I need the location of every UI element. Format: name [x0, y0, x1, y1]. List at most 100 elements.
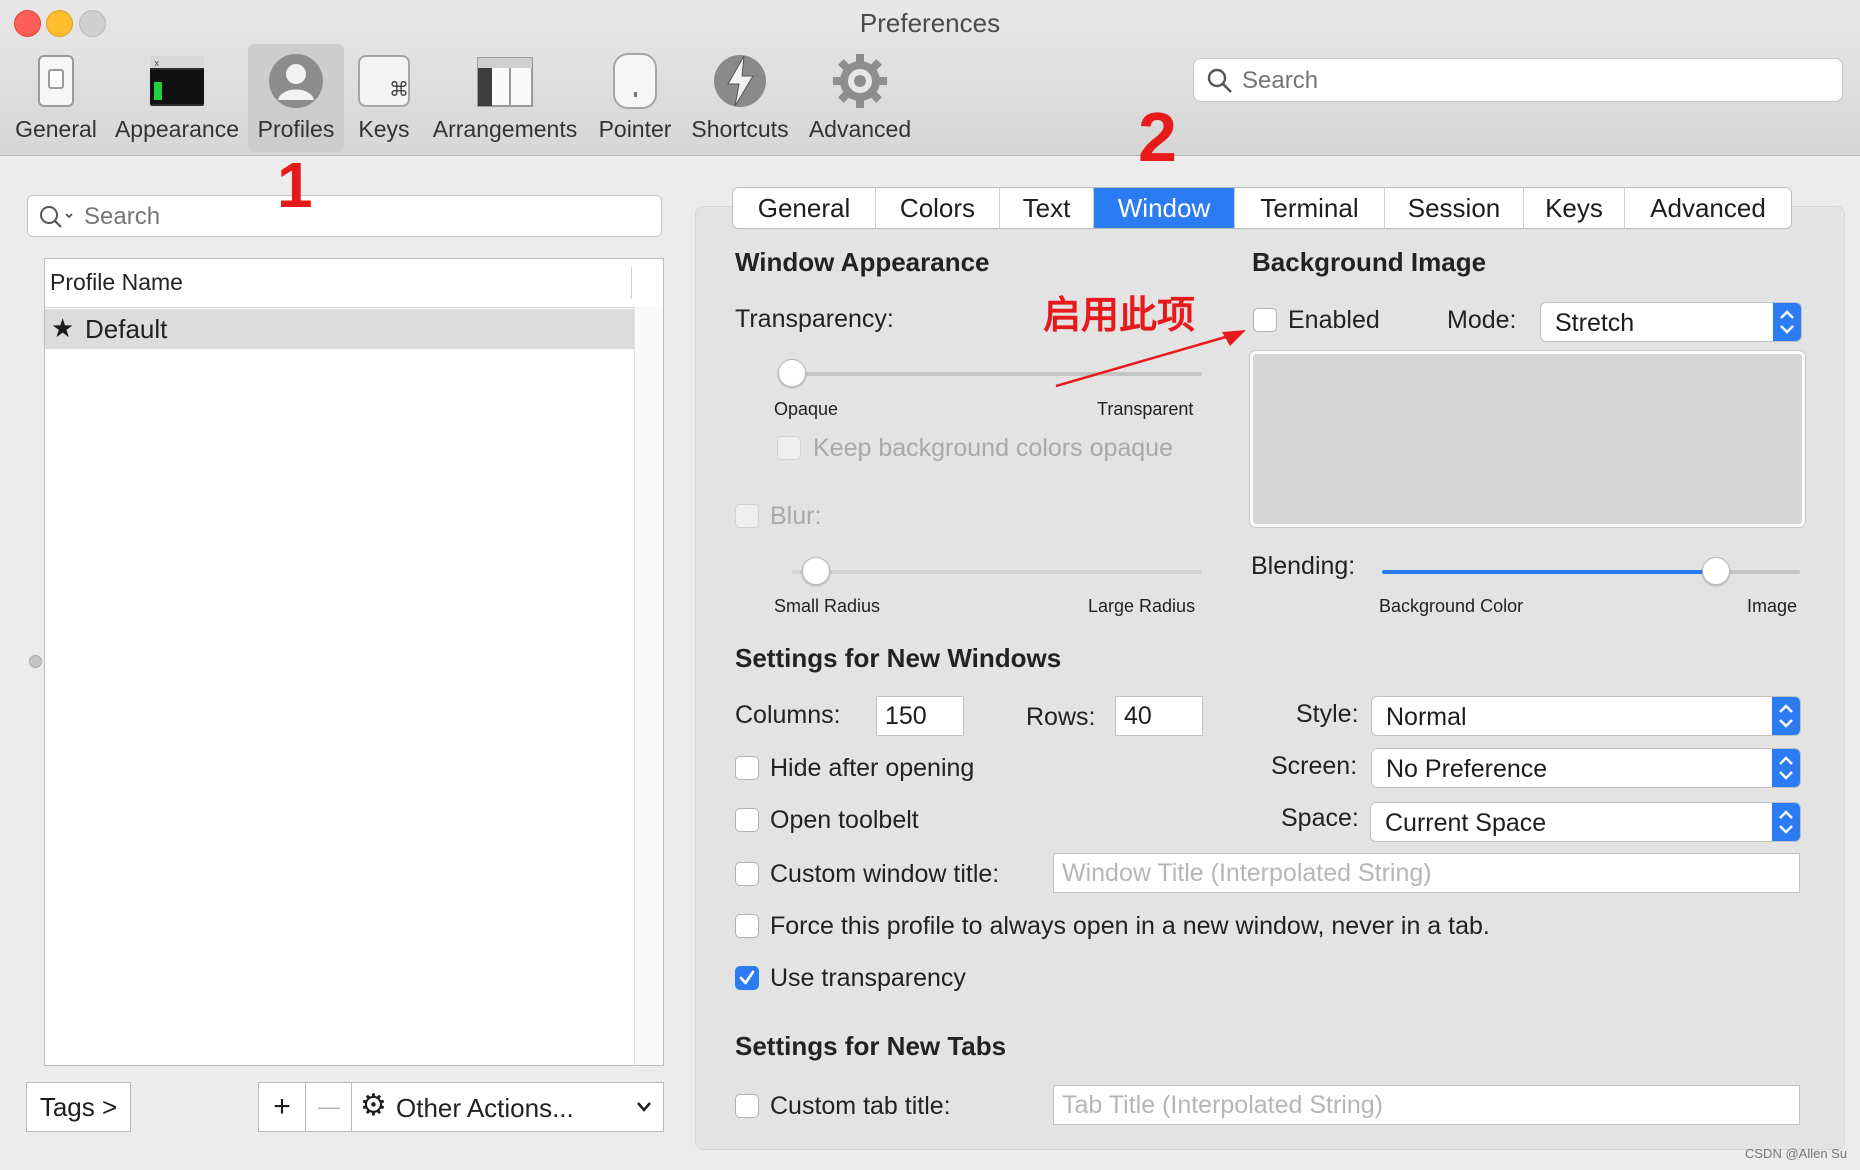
columns-label: Columns:	[735, 701, 841, 729]
toolbar-search[interactable]	[1193, 58, 1843, 102]
blur-slider-knob[interactable]	[801, 557, 830, 585]
blur-slider-track[interactable]	[792, 570, 1202, 574]
tab-general[interactable]: General	[733, 188, 876, 228]
blur-label: Blur:	[770, 502, 822, 530]
space-value: Current Space	[1385, 809, 1547, 837]
background-image-enabled-checkbox[interactable]	[1253, 308, 1277, 332]
rows-field[interactable]	[1115, 696, 1203, 736]
background-image-well[interactable]	[1250, 351, 1805, 527]
mode-value: Stretch	[1555, 309, 1635, 337]
updown-arrows-icon	[1773, 303, 1801, 341]
toolbar-advanced[interactable]: Advanced	[800, 44, 920, 152]
force-new-window-checkbox[interactable]	[735, 914, 759, 938]
use-transparency-label: Use transparency	[770, 964, 966, 992]
profile-table-header[interactable]: Profile Name	[45, 259, 663, 308]
profile-name-column-header: Profile Name	[50, 269, 183, 295]
force-new-window-label: Force this profile to always open in a n…	[770, 912, 1490, 940]
toolbar-label: Profiles	[257, 116, 335, 142]
tags-button[interactable]: Tags >	[26, 1082, 131, 1132]
toolbar-profiles[interactable]: Profiles	[248, 44, 344, 152]
toolbar-label: Keys	[358, 116, 410, 142]
hide-after-opening-checkbox[interactable]	[735, 756, 759, 780]
toolbar-label: General	[15, 116, 97, 142]
checkmark-icon	[739, 970, 755, 985]
keep-bg-opaque-checkbox[interactable]	[777, 436, 801, 460]
toolbar-label: Pointer	[598, 116, 672, 142]
profile-list-scrollbar[interactable]	[634, 307, 663, 1065]
transparency-slider-knob[interactable]	[778, 359, 806, 387]
new-tabs-heading: Settings for New Tabs	[735, 1031, 1007, 1061]
other-actions-menu[interactable]: ⚙ Other Actions...	[351, 1082, 664, 1132]
profile-row-default[interactable]: ★ Default	[45, 309, 635, 349]
user-silhouette-icon	[267, 52, 325, 110]
tab-session[interactable]: Session	[1385, 188, 1524, 228]
style-value: Normal	[1386, 703, 1467, 731]
space-label: Space:	[1281, 804, 1359, 832]
toolbar-pointer[interactable]: Pointer	[592, 44, 678, 152]
add-profile-button[interactable]: +	[258, 1082, 306, 1132]
terminal-window-icon: x	[148, 52, 206, 110]
window-layout-icon	[476, 52, 534, 110]
toolbar-keys[interactable]: ⌘ Keys	[348, 44, 420, 152]
updown-arrows-icon	[1772, 803, 1800, 841]
tab-title-field[interactable]	[1053, 1085, 1800, 1125]
svg-text:⌘: ⌘	[389, 77, 409, 101]
search-icon	[40, 206, 73, 228]
window-title-field[interactable]	[1053, 853, 1800, 893]
profile-search-input[interactable]	[82, 200, 646, 234]
screen-label: Screen:	[1271, 752, 1358, 780]
custom-window-title-label: Custom window title:	[770, 860, 1000, 888]
toolbar-general[interactable]: General	[8, 44, 104, 152]
transparency-label: Transparency:	[735, 305, 894, 333]
toolbar-label: Advanced	[808, 116, 912, 142]
opaque-label: Opaque	[774, 399, 839, 419]
profile-tabs: General Colors Text Window Terminal Sess…	[732, 187, 1792, 229]
tab-window[interactable]: Window	[1094, 188, 1235, 228]
open-toolbelt-checkbox[interactable]	[735, 808, 759, 832]
updown-arrows-icon	[1772, 749, 1800, 787]
blending-slider-fill	[1382, 570, 1717, 574]
screen-popup[interactable]: No Preference	[1371, 748, 1801, 788]
remove-profile-button[interactable]: —	[305, 1082, 353, 1132]
toolbar-label: Arrangements	[432, 116, 578, 142]
lightning-bolt-icon	[711, 52, 769, 110]
columns-field[interactable]	[876, 696, 964, 736]
use-transparency-checkbox[interactable]	[735, 966, 759, 990]
rows-label: Rows:	[1026, 703, 1096, 731]
toolbar-label: Shortcuts	[691, 116, 789, 142]
tab-terminal[interactable]: Terminal	[1235, 188, 1385, 228]
tab-keys[interactable]: Keys	[1524, 188, 1625, 228]
new-windows-heading: Settings for New Windows	[735, 643, 1062, 673]
background-color-label: Background Color	[1379, 596, 1524, 616]
tab-text[interactable]: Text	[1000, 188, 1094, 228]
style-popup[interactable]: Normal	[1371, 696, 1801, 736]
window-title: Preferences	[859, 8, 1001, 38]
split-view-handle[interactable]	[29, 655, 42, 668]
tab-advanced[interactable]: Advanced	[1625, 188, 1791, 228]
profile-search[interactable]	[27, 195, 662, 237]
custom-tab-title-label: Custom tab title:	[770, 1092, 951, 1120]
small-radius-label: Small Radius	[774, 596, 881, 616]
watermark: CSDN @Allen Su	[1745, 1146, 1848, 1161]
custom-tab-title-checkbox[interactable]	[735, 1094, 759, 1118]
toolbar-search-input[interactable]	[1240, 63, 1834, 99]
large-radius-label: Large Radius	[1088, 596, 1196, 616]
mode-popup[interactable]: Stretch	[1540, 302, 1802, 342]
toolbar-shortcuts[interactable]: Shortcuts	[686, 44, 794, 152]
keep-bg-opaque-label: Keep background colors opaque	[813, 434, 1173, 462]
window-appearance-heading: Window Appearance	[735, 247, 990, 277]
updown-arrows-icon	[1772, 697, 1800, 735]
custom-window-title-checkbox[interactable]	[735, 862, 759, 886]
toolbar-arrangements[interactable]: Arrangements	[428, 44, 582, 152]
toolbar-appearance[interactable]: x Appearance	[108, 44, 246, 152]
hide-after-opening-label: Hide after opening	[770, 754, 975, 782]
blur-checkbox[interactable]	[735, 504, 759, 528]
svg-text:x: x	[154, 59, 160, 69]
tab-colors[interactable]: Colors	[876, 188, 1000, 228]
step-1-annotation: 1	[277, 149, 313, 221]
profile-name: Default	[85, 314, 168, 344]
gear-icon	[831, 52, 889, 110]
mode-label: Mode:	[1447, 306, 1517, 334]
space-popup[interactable]: Current Space	[1370, 802, 1801, 842]
transparent-label: Transparent	[1097, 399, 1194, 419]
